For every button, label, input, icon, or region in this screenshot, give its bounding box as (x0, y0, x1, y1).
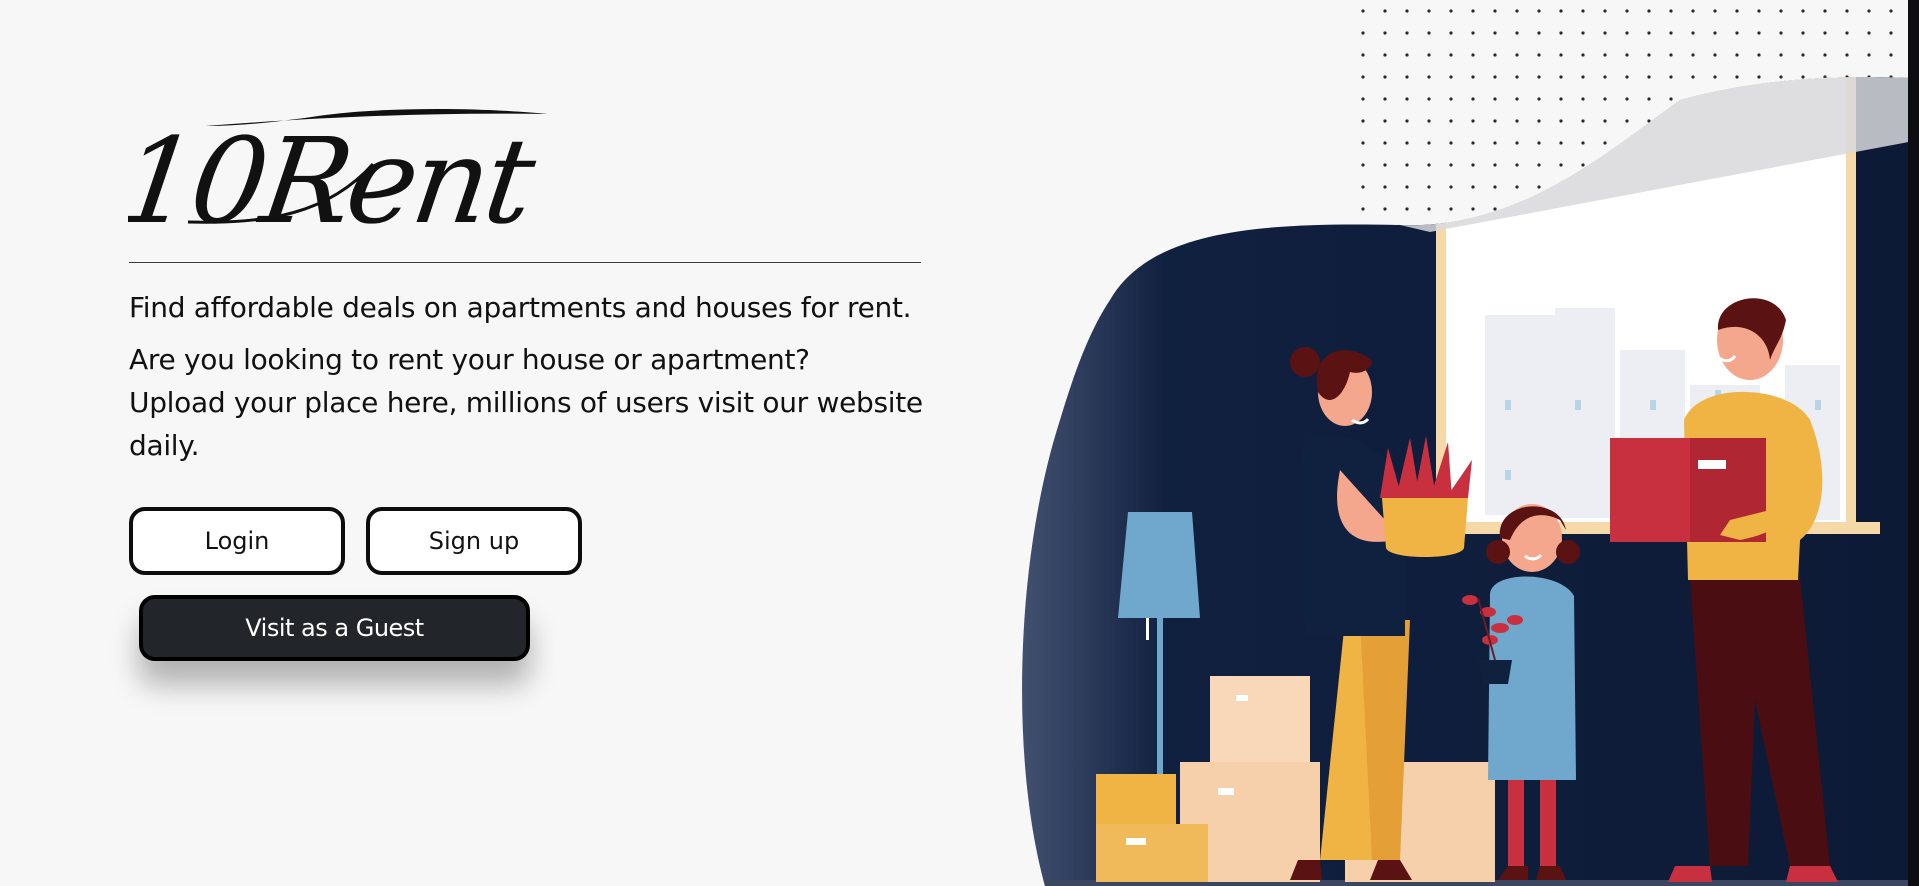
header-divider (129, 262, 921, 263)
window-edge (1908, 0, 1919, 886)
brand-logo: 10Rent (128, 109, 548, 244)
owner-invite: Upload your place here, millions of user… (129, 386, 923, 462)
login-button[interactable]: Login (129, 507, 345, 575)
brand-logo-text: 10Rent (128, 113, 543, 244)
family-moving-illustration (1022, 5, 1919, 886)
owner-pitch: Are you looking to rent your house or ap… (129, 338, 949, 467)
owner-question: Are you looking to rent your house or ap… (129, 343, 810, 376)
guest-button[interactable]: Visit as a Guest (139, 595, 530, 661)
signup-button[interactable]: Sign up (366, 507, 582, 575)
tagline: Find affordable deals on apartments and … (129, 291, 912, 324)
